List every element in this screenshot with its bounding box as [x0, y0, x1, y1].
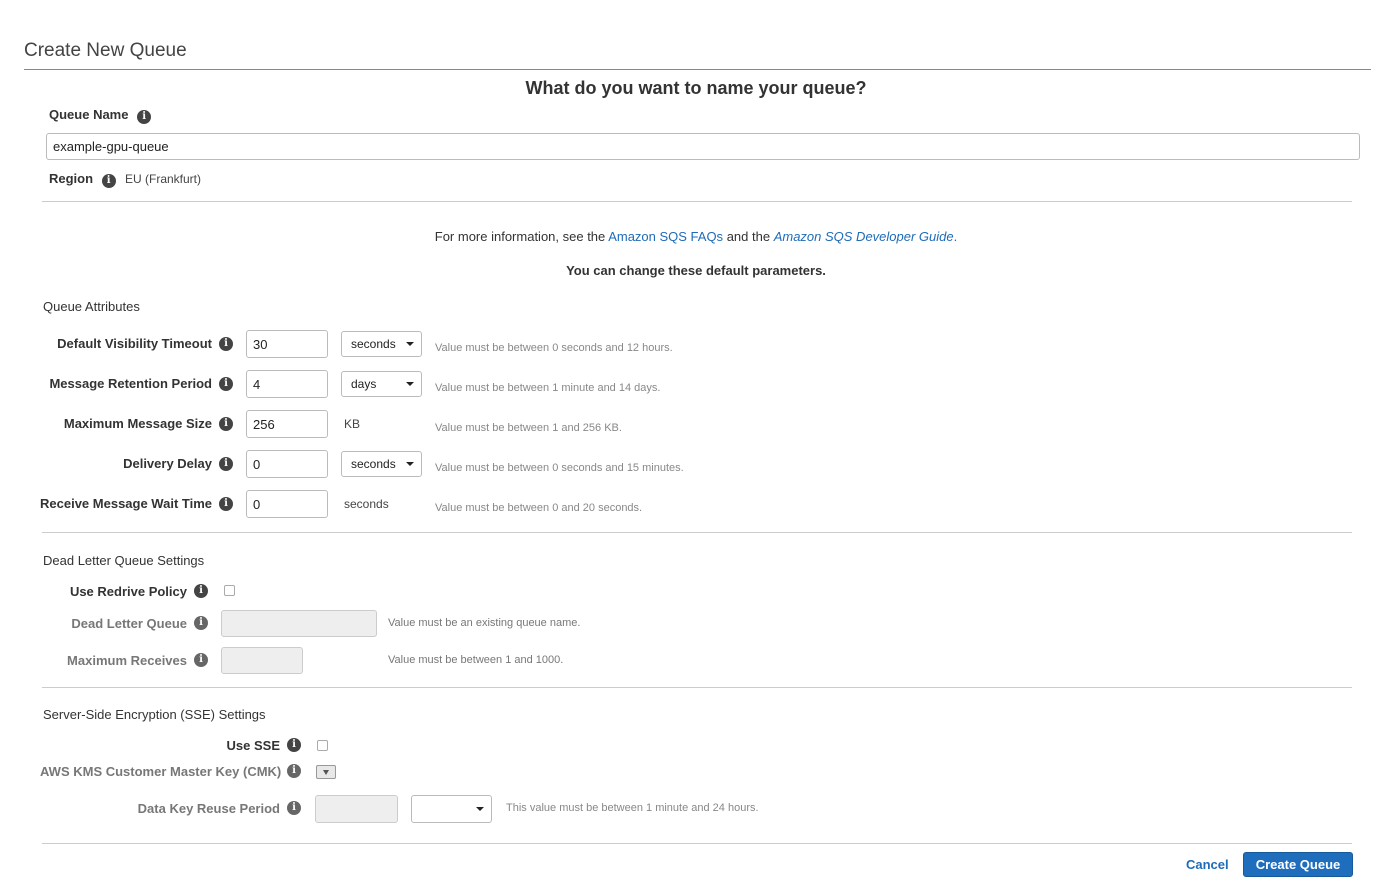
create-queue-button[interactable]: Create Queue [1243, 852, 1353, 877]
cmk-select[interactable] [316, 765, 336, 779]
data-key-reuse-label: Data Key Reuse Period [137, 801, 280, 816]
message-retention-period-input[interactable] [246, 370, 328, 398]
divider [42, 843, 1352, 844]
default-visibility-timeout-hint: Value must be between 0 seconds and 12 h… [435, 342, 673, 354]
sse-heading: Server-Side Encryption (SSE) Settings [43, 707, 266, 722]
more-info-text: For more information, see the Amazon SQS… [434, 229, 958, 244]
use-sse-checkbox[interactable] [317, 740, 328, 751]
use-redrive-info-icon[interactable]: i [194, 584, 208, 598]
title-divider [24, 69, 1371, 70]
message-retention-period-info-icon[interactable]: i [219, 377, 233, 391]
maximum-receives-info-icon[interactable]: i [194, 653, 208, 667]
queue-name-input[interactable] [46, 133, 1360, 160]
chevron-down-icon [323, 770, 329, 775]
divider [42, 201, 1352, 202]
queue-name-info-icon[interactable]: i [137, 110, 152, 124]
name-question-heading: What do you want to name your queue? [525, 78, 867, 98]
maximum-receives-label: Maximum Receives [67, 653, 187, 668]
default-visibility-timeout-info-icon[interactable]: i [219, 337, 233, 351]
dead-letter-heading: Dead Letter Queue Settings [43, 553, 205, 568]
region-value: EU (Frankfurt) [125, 172, 202, 186]
default-visibility-timeout-unit-select[interactable]: seconds [341, 331, 422, 357]
delivery-delay-hint: Value must be between 0 seconds and 15 m… [435, 462, 684, 474]
default-visibility-timeout-label: Default Visibility Timeout [57, 336, 212, 351]
maximum-receives-hint: Value must be between 1 and 1000. [388, 654, 564, 666]
data-key-reuse-hint: This value must be between 1 minute and … [506, 802, 759, 814]
maximum-message-size-label: Maximum Message Size [63, 416, 212, 431]
message-retention-period-unit-select[interactable]: days [341, 371, 422, 397]
page-title: Create New Queue [24, 40, 187, 61]
receive-message-wait-time-info-icon[interactable]: i [219, 497, 233, 511]
dead-letter-queue-info-icon[interactable]: i [194, 616, 208, 630]
dead-letter-queue-input[interactable] [221, 610, 377, 637]
chevron-down-icon [476, 807, 484, 811]
divider [42, 687, 1352, 688]
chevron-down-icon [406, 342, 414, 346]
use-redrive-label: Use Redrive Policy [69, 584, 187, 599]
data-key-reuse-info-icon[interactable]: i [287, 801, 301, 815]
cmk-label: AWS KMS Customer Master Key (CMK) [40, 764, 282, 779]
maximum-message-size-input[interactable] [246, 410, 328, 438]
maximum-message-size-unit: KB [344, 417, 361, 431]
sqs-faqs-link[interactable]: Amazon SQS FAQs [608, 229, 723, 244]
data-key-reuse-input[interactable] [315, 795, 398, 823]
dead-letter-queue-label: Dead Letter Queue [71, 616, 187, 631]
delivery-delay-input[interactable] [246, 450, 328, 478]
sqs-developer-guide-link[interactable]: Amazon SQS Developer Guide [774, 229, 954, 244]
maximum-receives-input[interactable] [221, 647, 303, 674]
cancel-button[interactable]: Cancel [1186, 857, 1229, 872]
message-retention-period-label: Message Retention Period [49, 376, 212, 391]
use-sse-label: Use SSE [226, 738, 280, 753]
cmk-info-icon[interactable]: i [287, 764, 301, 778]
message-retention-period-hint: Value must be between 1 minute and 14 da… [435, 382, 661, 394]
receive-message-wait-time-unit: seconds [344, 497, 389, 511]
use-redrive-checkbox[interactable] [224, 585, 235, 596]
region-label: Region i [49, 171, 116, 188]
delivery-delay-label: Delivery Delay [123, 456, 212, 471]
maximum-message-size-info-icon[interactable]: i [219, 417, 233, 431]
defaults-note: You can change these default parameters. [566, 263, 826, 278]
receive-message-wait-time-hint: Value must be between 0 and 20 seconds. [435, 502, 643, 514]
chevron-down-icon [406, 462, 414, 466]
divider [42, 532, 1352, 533]
receive-message-wait-time-input[interactable] [246, 490, 328, 518]
queue-attributes-heading: Queue Attributes [43, 299, 140, 314]
receive-message-wait-time-label: Receive Message Wait Time [40, 496, 212, 511]
queue-name-label: Queue Name i [49, 107, 152, 124]
default-visibility-timeout-input[interactable] [246, 330, 328, 358]
use-sse-info-icon[interactable]: i [287, 738, 301, 752]
region-info-icon[interactable]: i [101, 174, 116, 188]
dead-letter-queue-hint: Value must be an existing queue name. [388, 617, 581, 629]
chevron-down-icon [406, 382, 414, 386]
delivery-delay-unit-select[interactable]: seconds [341, 451, 422, 477]
delivery-delay-info-icon[interactable]: i [219, 457, 233, 471]
data-key-reuse-unit-select[interactable] [411, 795, 492, 823]
maximum-message-size-hint: Value must be between 1 and 256 KB. [435, 422, 622, 434]
